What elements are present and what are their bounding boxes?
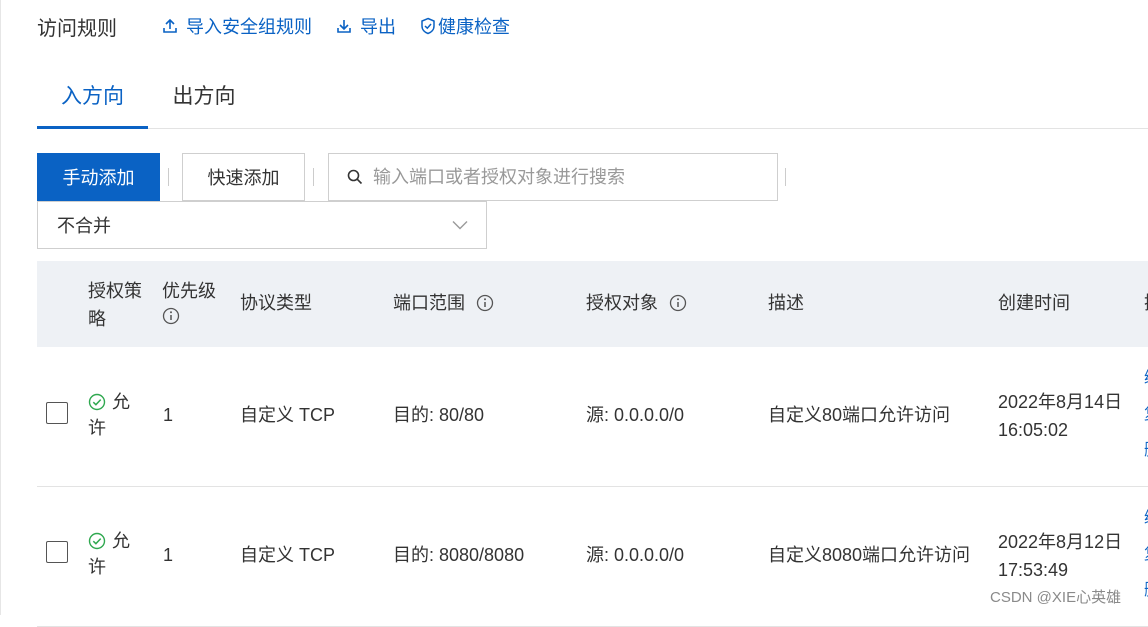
row-checkbox[interactable] bbox=[46, 402, 68, 424]
priority-info[interactable] bbox=[162, 305, 216, 333]
column-header-policy-line2: 略 bbox=[88, 309, 106, 329]
info-icon[interactable] bbox=[476, 294, 494, 312]
column-header-port: 端口范围 bbox=[393, 289, 494, 317]
info-icon[interactable] bbox=[669, 294, 687, 312]
column-header-object: 授权对象 bbox=[586, 289, 687, 317]
created-cell: 2022年8月14日 16:05:02 bbox=[998, 388, 1122, 444]
priority-cell: 1 bbox=[163, 545, 174, 565]
health-check-button[interactable]: 健康检查 bbox=[420, 13, 510, 39]
description-cell: 自定义8080端口允许访问 bbox=[768, 545, 971, 565]
created-cell: 2022年8月12日 17:53:49 bbox=[998, 528, 1122, 584]
column-header-protocol: 协议类型 bbox=[240, 293, 312, 313]
tab-outbound[interactable]: 出方向 bbox=[159, 78, 249, 128]
import-rules-button[interactable]: 导入安全组规则 bbox=[162, 13, 312, 39]
download-icon bbox=[337, 20, 351, 33]
search-icon bbox=[347, 169, 363, 185]
export-label: 导出 bbox=[360, 17, 396, 37]
priority-cell: 1 bbox=[163, 405, 174, 425]
quick-add-button[interactable]: 快速添加 bbox=[182, 153, 305, 201]
policy-line1: 允 bbox=[88, 528, 136, 554]
manual-add-button[interactable]: 手动添加 bbox=[37, 153, 160, 201]
left-border bbox=[0, 0, 1, 615]
protocol-cell: 自定义 TCP bbox=[240, 545, 336, 565]
page-header: 访问规则 导入安全组规则 导出 健康检查 bbox=[37, 10, 534, 42]
row-actions-edge[interactable]: 编复删 bbox=[1144, 361, 1148, 469]
row-actions-edge[interactable]: 编复删 bbox=[1144, 501, 1148, 609]
created-time: 16:05:02 bbox=[998, 420, 1069, 440]
object-cell: 源: 0.0.0.0/0 bbox=[586, 405, 685, 425]
divider bbox=[785, 168, 786, 186]
search-box bbox=[328, 153, 778, 201]
table-row: 允 许 1 自定义 TCP 目的: 80/80 源: 0.0.0.0/0 自定义… bbox=[37, 347, 1148, 487]
divider bbox=[313, 168, 314, 186]
column-header-priority: 优先级 bbox=[162, 277, 216, 333]
shield-check-icon bbox=[421, 17, 435, 35]
check-circle-icon bbox=[88, 393, 106, 411]
column-header-object-label: 授权对象 bbox=[586, 293, 658, 313]
health-check-label: 健康检查 bbox=[438, 17, 510, 37]
column-header-description: 描述 bbox=[768, 293, 804, 313]
policy-text: 允 bbox=[112, 392, 130, 412]
column-header-port-label: 端口范围 bbox=[393, 293, 465, 313]
tab-inbound[interactable]: 入方向 bbox=[37, 78, 148, 129]
created-date: 2022年8月12日 bbox=[998, 532, 1123, 552]
info-icon[interactable] bbox=[162, 307, 180, 325]
import-rules-label: 导入安全组规则 bbox=[186, 17, 312, 37]
policy-text-cont: 许 bbox=[88, 557, 106, 577]
policy-cell: 允 许 bbox=[88, 528, 136, 580]
policy-text: 允 bbox=[112, 531, 130, 551]
merge-select-value: 不合并 bbox=[57, 216, 111, 236]
object-cell: 源: 0.0.0.0/0 bbox=[586, 545, 685, 565]
policy-line1: 允 bbox=[88, 389, 136, 415]
table-row: 允 许 1 自定义 TCP 目的: 8080/8080 源: 0.0.0.0/0… bbox=[37, 487, 1148, 627]
row-checkbox[interactable] bbox=[46, 541, 68, 563]
merge-select[interactable]: 不合并 bbox=[37, 201, 487, 249]
export-button[interactable]: 导出 bbox=[336, 13, 396, 39]
table-header: 授权策 略 优先级 协议类型 端口范围 授权对象 描述 创建时间 操 bbox=[37, 261, 1148, 348]
divider bbox=[168, 168, 169, 186]
created-date: 2022年8月14日 bbox=[998, 392, 1123, 412]
policy-text-cont: 许 bbox=[88, 418, 106, 438]
column-header-priority-label: 优先级 bbox=[162, 281, 216, 301]
column-header-created: 创建时间 bbox=[998, 293, 1070, 313]
page-title: 访问规则 bbox=[37, 17, 117, 40]
description-cell: 自定义80端口允许访问 bbox=[768, 405, 951, 425]
column-header-policy: 授权策 略 bbox=[88, 277, 148, 333]
column-header-policy-line1: 授权策 bbox=[88, 281, 142, 301]
port-cell: 目的: 8080/8080 bbox=[393, 545, 525, 565]
direction-tabs: 入方向 出方向 bbox=[37, 78, 1148, 129]
check-circle-icon bbox=[88, 532, 106, 550]
column-header-actions-edge: 操 bbox=[1144, 289, 1148, 317]
port-cell: 目的: 80/80 bbox=[393, 405, 485, 425]
chevron-down-icon bbox=[452, 221, 468, 230]
protocol-cell: 自定义 TCP bbox=[240, 405, 336, 425]
upload-icon bbox=[163, 18, 177, 33]
watermark: CSDN @XIE心英雄 bbox=[990, 589, 1122, 606]
policy-cell: 允 许 bbox=[88, 389, 136, 441]
created-time: 17:53:49 bbox=[998, 560, 1069, 580]
search-input[interactable] bbox=[371, 165, 755, 189]
